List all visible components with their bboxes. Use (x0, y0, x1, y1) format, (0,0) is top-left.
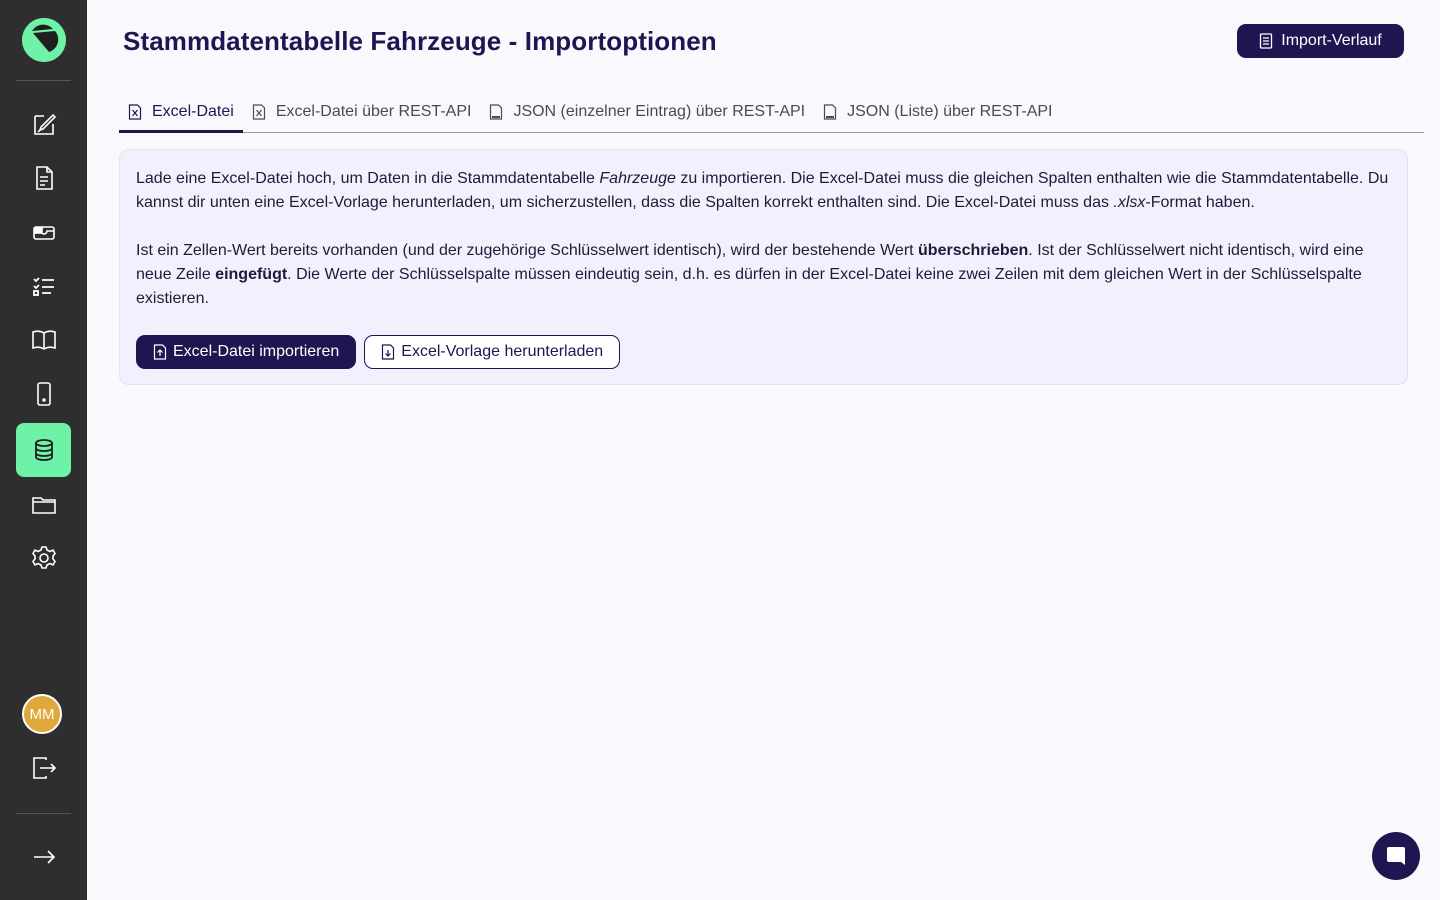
logout-icon (32, 757, 56, 779)
logo-icon (22, 18, 66, 62)
sidebar-divider (16, 813, 71, 814)
rules-emphasis: eingefügt (215, 266, 288, 283)
arrow-right-icon (33, 850, 55, 864)
import-history-button[interactable]: Import-Verlauf (1237, 24, 1404, 58)
import-excel-label: Excel-Datei importieren (173, 343, 340, 360)
table-name: Fahrzeuge (599, 170, 676, 187)
user-avatar[interactable]: MM (22, 694, 62, 734)
edit-document-icon (33, 113, 56, 135)
tab-label: JSON (einzelner Eintrag) über REST-API (513, 103, 806, 120)
sidebar-item-editor[interactable] (16, 97, 71, 151)
sidebar-divider (16, 80, 71, 81)
import-actions: Excel-Datei importieren Excel-Vorlage he… (136, 335, 1391, 369)
document-list-icon (1260, 33, 1273, 49)
tab-excel-rest-api[interactable]: Excel-Datei über REST-API (243, 92, 481, 132)
chat-support-button[interactable] (1372, 832, 1420, 880)
download-template-button[interactable]: Excel-Vorlage herunterladen (364, 335, 621, 369)
import-history-label: Import-Verlauf (1281, 32, 1382, 49)
sidebar-item-settings[interactable] (16, 531, 71, 585)
description-text: -Format haben. (1145, 194, 1255, 211)
sidebar-item-files[interactable] (16, 477, 71, 531)
tab-label: Excel-Datei über REST-API (275, 103, 472, 120)
tab-json-list-rest-api[interactable]: JSON (Liste) über REST-API (814, 92, 1061, 132)
book-icon (31, 330, 56, 350)
tab-label: JSON (Liste) über REST-API (847, 103, 1053, 120)
smartphone-icon (36, 382, 51, 406)
description-text: Lade eine Excel-Datei hoch, um Daten in … (136, 170, 600, 187)
folder-icon (31, 497, 56, 514)
import-description: Lade eine Excel-Datei hoch, um Daten in … (136, 167, 1391, 215)
tab-json-single-rest-api[interactable]: JSON (einzelner Eintrag) über REST-API (480, 92, 814, 132)
json-file-icon (824, 104, 837, 120)
sidebar-expand-button[interactable] (16, 830, 71, 884)
file-upload-icon (153, 344, 167, 360)
file-download-icon (382, 344, 395, 360)
rules-text: Ist ein Zellen-Wert bereits vorhanden (u… (136, 242, 919, 259)
rules-text: . Die Werte der Schlüsselspalte müssen e… (136, 266, 1362, 307)
download-template-label: Excel-Vorlage herunterladen (401, 343, 604, 360)
sidebar-item-master-data[interactable] (16, 423, 71, 477)
json-file-icon (490, 104, 503, 120)
sidebar-item-reports[interactable] (16, 151, 71, 205)
import-tabs: Excel-Datei Excel-Datei über REST-API JS… (119, 92, 1424, 133)
checklist-icon (32, 277, 54, 296)
database-icon (34, 439, 53, 461)
report-document-icon (35, 166, 53, 190)
inbox-icon (32, 226, 55, 240)
sidebar-item-inbox[interactable] (16, 205, 71, 259)
gear-icon (31, 546, 56, 569)
tab-label: Excel-Datei (152, 103, 234, 120)
sidebar-item-logout[interactable] (16, 741, 71, 795)
file-format: .xlsx (1113, 194, 1146, 211)
excel-import-panel: Lade eine Excel-Datei hoch, um Daten in … (119, 149, 1408, 385)
sidebar-item-knowledge[interactable] (16, 313, 71, 367)
rules-emphasis: überschrieben (918, 242, 1029, 259)
sidebar-item-mobile[interactable] (16, 367, 71, 421)
page-title: Stammdatentabelle Fahrzeuge - Importopti… (123, 26, 717, 56)
chat-bubble-icon (1387, 847, 1405, 865)
import-excel-button[interactable]: Excel-Datei importieren (136, 335, 357, 369)
tab-excel-file[interactable]: Excel-Datei (119, 92, 243, 133)
excel-file-icon (252, 104, 265, 120)
sidebar-item-checklists[interactable] (16, 259, 71, 313)
import-rules: Ist ein Zellen-Wert bereits vorhanden (u… (136, 239, 1391, 311)
excel-file-icon (128, 104, 142, 120)
app-logo[interactable] (22, 18, 66, 62)
sidebar: MM (0, 0, 87, 900)
